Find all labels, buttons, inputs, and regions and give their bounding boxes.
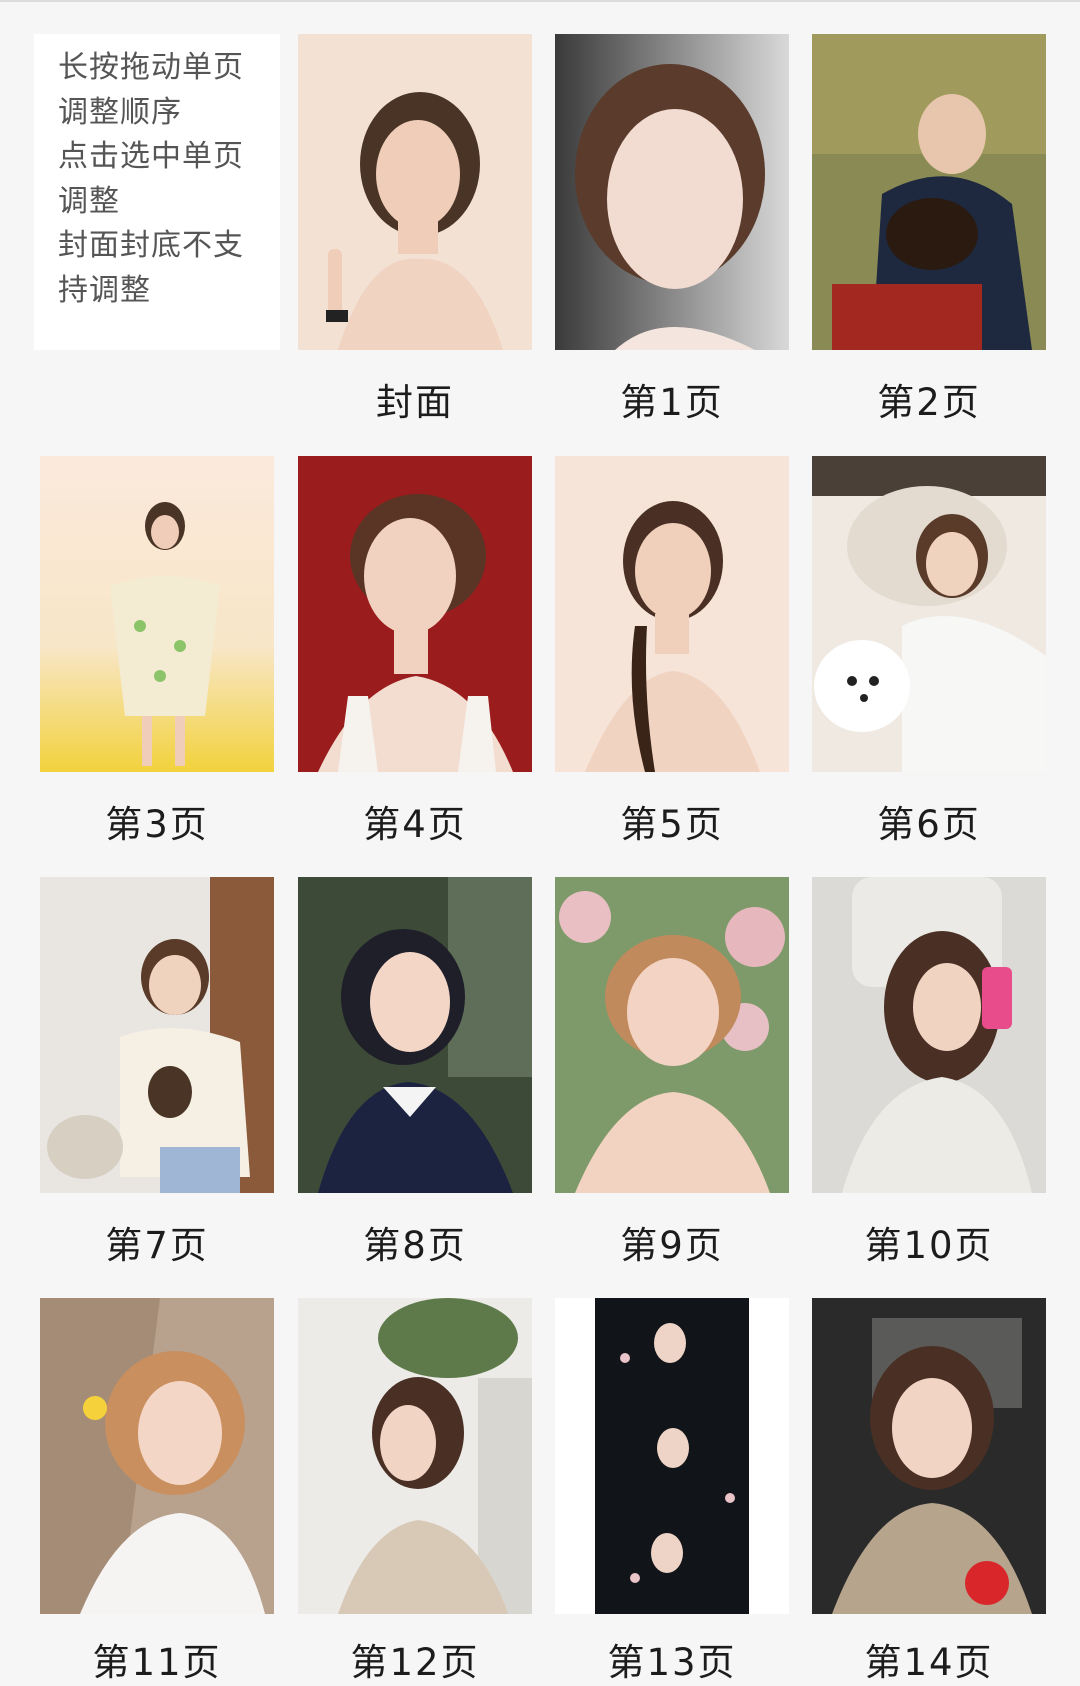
- page-thumbnail-14[interactable]: [812, 1298, 1046, 1614]
- page-thumbnail-12[interactable]: [298, 1298, 532, 1614]
- page-thumbnail-8[interactable]: [298, 877, 532, 1193]
- page-label: 第13页: [607, 1641, 737, 1684]
- page-photo: [40, 456, 274, 772]
- instruction-line: 调整: [58, 183, 120, 219]
- page-label: 第12页: [350, 1641, 480, 1684]
- page-photo: [555, 877, 789, 1193]
- page-photo: [812, 1298, 1046, 1614]
- page-thumbnail-2[interactable]: [812, 34, 1046, 350]
- page-thumbnail-1[interactable]: [555, 34, 789, 350]
- page-thumbnail-3[interactable]: [40, 456, 274, 772]
- page-label: 第5页: [620, 803, 724, 846]
- instruction-line: 点击选中单页: [58, 139, 244, 174]
- page-photo: [40, 1298, 274, 1614]
- page-label: 第1页: [620, 381, 724, 424]
- page-label: 第8页: [363, 1224, 467, 1267]
- instruction-line: 长按拖动单页: [58, 50, 244, 85]
- page-photo: [812, 877, 1046, 1193]
- page-thumbnail-9[interactable]: [555, 877, 789, 1193]
- top-divider: [0, 0, 1080, 2]
- page-photo: [298, 1298, 532, 1614]
- page-thumbnail-5[interactable]: [555, 456, 789, 772]
- instruction-line: 持调整: [58, 272, 151, 308]
- page-label: 第2页: [877, 381, 981, 424]
- page-photo: [298, 456, 532, 772]
- page-thumbnail-11[interactable]: [40, 1298, 274, 1614]
- page-thumbnail-7[interactable]: [40, 877, 274, 1193]
- page-label: 第9页: [620, 1224, 724, 1267]
- page-label: 第6页: [877, 803, 981, 846]
- page-photo: [812, 34, 1046, 350]
- page-photo: [40, 877, 274, 1193]
- page-thumbnail-10[interactable]: [812, 877, 1046, 1193]
- instruction-card: 长按拖动单页 调整顺序 点击选中单页 调整 封面封底不支 持调整: [34, 34, 280, 350]
- page-photo: [555, 456, 789, 772]
- page-label: 第4页: [363, 803, 467, 846]
- page-label: 第3页: [105, 803, 209, 846]
- page-label: 第11页: [92, 1641, 222, 1684]
- page-thumbnail-4[interactable]: [298, 456, 532, 772]
- page-label: 第10页: [864, 1224, 994, 1267]
- page-photo: [555, 1298, 789, 1614]
- page-thumbnail-13[interactable]: [555, 1298, 789, 1614]
- page-label: 第14页: [864, 1641, 994, 1684]
- page-thumbnail-6[interactable]: [812, 456, 1046, 772]
- page-photo: [298, 877, 532, 1193]
- instruction-line: 调整顺序: [58, 94, 182, 130]
- page-thumbnail-cover[interactable]: [298, 34, 532, 350]
- page-photo: [812, 456, 1046, 772]
- page-label: 第7页: [105, 1224, 209, 1267]
- instruction-line: 封面封底不支: [58, 228, 244, 263]
- cover-photo: [298, 34, 532, 350]
- page-label: 封面: [376, 381, 454, 424]
- page-photo: [555, 34, 789, 350]
